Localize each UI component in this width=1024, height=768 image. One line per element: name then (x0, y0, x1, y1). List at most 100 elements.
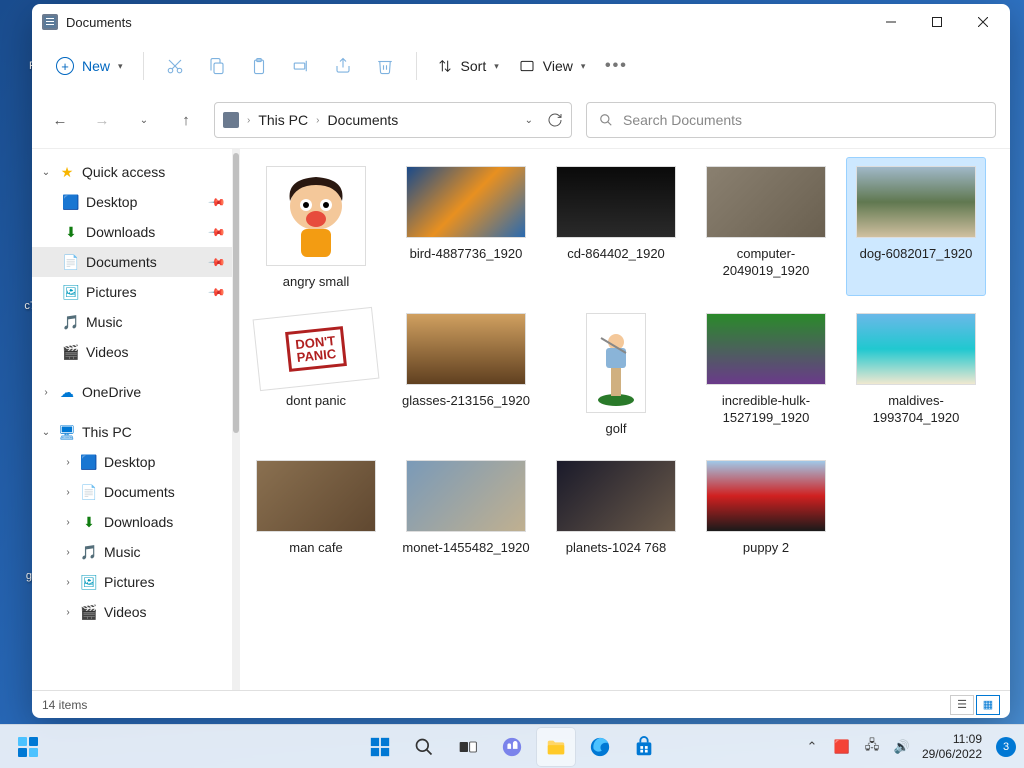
system-tray[interactable]: ⌃ 🟥 🖧 🔊 11:09 29/06/2022 3 (802, 732, 1016, 761)
search-box[interactable] (586, 102, 996, 138)
search-input[interactable] (623, 112, 983, 128)
documents-icon: 📄 (62, 253, 80, 271)
sidebar-item-desktop[interactable]: 🟦Desktop📌 (32, 187, 232, 217)
file-item[interactable]: man cafe (246, 451, 386, 562)
chat-button[interactable] (493, 728, 531, 766)
start-button[interactable] (361, 728, 399, 766)
thumbnail: DON'TPANIC (256, 309, 376, 389)
thumbnail (262, 162, 370, 270)
chevron-right-icon: › (247, 115, 250, 126)
delete-button[interactable] (364, 46, 406, 86)
widgets-button[interactable] (10, 729, 46, 765)
task-view-button[interactable] (449, 728, 487, 766)
notification-badge[interactable]: 3 (996, 737, 1016, 757)
back-button[interactable]: ← (46, 102, 74, 138)
tray-chevron-icon[interactable]: ⌃ (802, 737, 822, 757)
sidebar-pc-videos[interactable]: ›🎬Videos (32, 597, 232, 627)
thumbnail (856, 162, 976, 242)
sidebar-pc-music[interactable]: ›🎵Music (32, 537, 232, 567)
up-button[interactable]: ↑ (172, 102, 200, 138)
sidebar-item-music[interactable]: 🎵Music (32, 307, 232, 337)
file-item[interactable]: incredible-hulk-1527199_1920 (696, 304, 836, 443)
volume-icon[interactable]: 🔊 (892, 737, 912, 757)
file-item[interactable]: cd-864402_1920 (546, 157, 686, 296)
sidebar-quick-access[interactable]: ⌄ ★ Quick access (32, 157, 232, 187)
explorer-button[interactable] (537, 728, 575, 766)
chevron-down-icon: ⌄ (40, 427, 52, 438)
file-item[interactable]: computer-2049019_1920 (696, 157, 836, 296)
thumbnail (706, 162, 826, 242)
refresh-button[interactable] (547, 112, 563, 128)
thumbnail (856, 309, 976, 389)
downloads-icon: ⬇ (80, 513, 98, 531)
edge-button[interactable] (581, 728, 619, 766)
documents-icon (223, 112, 239, 128)
details-view-toggle[interactable]: ☰ (950, 695, 974, 715)
file-grid[interactable]: angry small bird-4887736_1920 cd-864402_19… (240, 149, 1010, 690)
desktop-icon: 🟦 (62, 193, 80, 211)
file-item[interactable]: DON'TPANICdont panic (246, 304, 386, 443)
thumbnails-view-toggle[interactable]: ▦ (976, 695, 1000, 715)
chevron-right-icon: › (62, 577, 74, 588)
file-item[interactable]: dog-6082017_1920 (846, 157, 986, 296)
paste-button[interactable] (238, 46, 280, 86)
chevron-down-icon: ▾ (494, 61, 499, 72)
titlebar[interactable]: Documents (32, 4, 1010, 40)
documents-icon (42, 14, 58, 30)
file-item[interactable]: monet-1455482_1920 (396, 451, 536, 562)
breadcrumb[interactable]: › This PC › Documents ⌄ (214, 102, 572, 138)
sidebar-item-videos[interactable]: 🎬Videos (32, 337, 232, 367)
search-button[interactable] (405, 728, 443, 766)
maximize-button[interactable] (914, 6, 960, 38)
window-title: Documents (66, 15, 132, 30)
desktop-icon: 🟦 (80, 453, 98, 471)
chevron-right-icon: › (62, 517, 74, 528)
cut-button[interactable] (154, 46, 196, 86)
sidebar-pc-desktop[interactable]: ›🟦Desktop (32, 447, 232, 477)
chevron-down-icon[interactable]: ⌄ (525, 115, 533, 126)
taskbar[interactable]: ⌃ 🟥 🖧 🔊 11:09 29/06/2022 3 (0, 724, 1024, 768)
sidebar-pc-downloads[interactable]: ›⬇Downloads (32, 507, 232, 537)
breadcrumb-segment[interactable]: Documents (327, 112, 398, 128)
copy-button[interactable] (196, 46, 238, 86)
close-button[interactable] (960, 6, 1006, 38)
minimize-button[interactable] (868, 6, 914, 38)
view-button[interactable]: View ▾ (509, 54, 596, 78)
thumbnail (556, 456, 676, 536)
file-item[interactable]: angry small (246, 157, 386, 296)
file-item[interactable]: planets-1024 768 (546, 451, 686, 562)
recent-button[interactable]: ⌄ (130, 102, 158, 138)
share-button[interactable] (322, 46, 364, 86)
tray-app-icon[interactable]: 🟥 (832, 737, 852, 757)
sidebar-item-downloads[interactable]: ⬇Downloads📌 (32, 217, 232, 247)
sidebar-pc-pictures[interactable]: ›🖼Pictures (32, 567, 232, 597)
sidebar-item-documents[interactable]: 📄Documents📌 (32, 247, 232, 277)
forward-button[interactable]: → (88, 102, 116, 138)
thumbnail (556, 162, 676, 242)
sort-button[interactable]: Sort ▾ (427, 54, 509, 78)
rename-button[interactable] (280, 46, 322, 86)
sidebar-scrollbar[interactable] (232, 149, 240, 690)
breadcrumb-segment[interactable]: This PC (258, 112, 308, 128)
file-item[interactable]: glasses-213156_1920 (396, 304, 536, 443)
nav-row: ← → ⌄ ↑ › This PC › Documents ⌄ (32, 92, 1010, 148)
more-button[interactable]: ••• (595, 46, 637, 86)
store-button[interactable] (625, 728, 663, 766)
music-icon: 🎵 (62, 313, 80, 331)
file-item[interactable]: bird-4887736_1920 (396, 157, 536, 296)
sidebar-onedrive[interactable]: › ☁ OneDrive (32, 377, 232, 407)
file-item[interactable]: puppy 2 (696, 451, 836, 562)
file-item[interactable]: maldives-1993704_1920 (846, 304, 986, 443)
file-item[interactable]: golf (546, 304, 686, 443)
clock[interactable]: 11:09 29/06/2022 (922, 732, 982, 761)
network-icon[interactable]: 🖧 (862, 737, 882, 757)
sidebar-pc-documents[interactable]: ›📄Documents (32, 477, 232, 507)
file-label: incredible-hulk-1527199_1920 (701, 393, 831, 427)
sidebar-this-pc[interactable]: ⌄ 🖥 This PC (32, 417, 232, 447)
file-label: maldives-1993704_1920 (851, 393, 981, 427)
pin-icon: 📌 (208, 283, 227, 302)
file-label: bird-4887736_1920 (410, 246, 523, 263)
chevron-down-icon: ⌄ (40, 167, 52, 178)
new-button[interactable]: + New ▾ (46, 53, 133, 79)
sidebar-item-pictures[interactable]: 🖼Pictures📌 (32, 277, 232, 307)
